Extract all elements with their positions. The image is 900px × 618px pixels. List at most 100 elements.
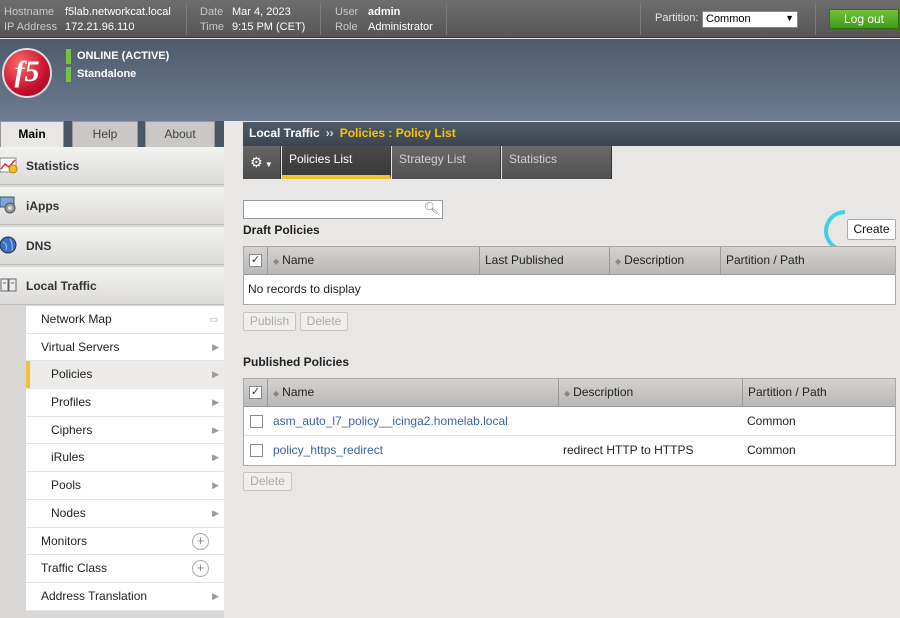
sidebar-item-profiles[interactable]: Profiles ▶ bbox=[26, 389, 224, 417]
tab-strategy-list[interactable]: Strategy List bbox=[392, 146, 501, 179]
select-all-checkbox[interactable]: ✓ bbox=[249, 254, 262, 268]
draft-policies-title: Draft Policies bbox=[243, 223, 320, 237]
sidebar-item-ciphers[interactable]: Ciphers ▶ bbox=[26, 417, 224, 445]
column-header-partition[interactable]: Partition / Path bbox=[743, 379, 896, 407]
column-label: Description bbox=[624, 253, 685, 267]
iapps-gear-icon bbox=[0, 196, 16, 214]
sidebar-section-label: DNS bbox=[26, 239, 52, 253]
ip-value: 172.21.96.110 bbox=[65, 21, 135, 33]
draft-policies-table: ✓ ◆ Name Last Published ◆ Description Part… bbox=[243, 246, 896, 305]
sidebar-item-irules[interactable]: iRules ▶ bbox=[26, 444, 224, 473]
sidebar-section-iapps[interactable]: iApps bbox=[0, 187, 224, 225]
tab-help[interactable]: Help bbox=[72, 121, 138, 147]
sidebar-section-label: iApps bbox=[26, 199, 60, 213]
user-label: User bbox=[335, 6, 359, 18]
delete-draft-button[interactable]: Delete bbox=[300, 312, 348, 331]
row-checkbox[interactable] bbox=[250, 444, 263, 458]
search-icon[interactable]: 🔍︎ bbox=[424, 201, 439, 215]
chevron-right-icon: ▶ bbox=[212, 341, 219, 352]
policy-name-link[interactable]: policy_https_redirect bbox=[269, 436, 383, 465]
chevron-right-icon: ▶ bbox=[212, 397, 219, 408]
partition-select[interactable]: Common ▼ bbox=[702, 11, 798, 28]
host-info: Hostname f5lab.networkcat.local IP Addres… bbox=[4, 5, 171, 35]
row-checkbox[interactable] bbox=[250, 415, 263, 429]
sidebar-section-statistics[interactable]: Statistics bbox=[0, 147, 224, 185]
sidebar-item-virtual-servers[interactable]: Virtual Servers ▶ bbox=[26, 334, 224, 362]
column-header-last-published[interactable]: Last Published bbox=[480, 247, 610, 275]
publish-button[interactable]: Publish bbox=[243, 312, 296, 331]
sidebar-item-nodes[interactable]: Nodes ▶ bbox=[26, 500, 224, 528]
divider bbox=[815, 3, 816, 35]
sidebar-section-label: Statistics bbox=[26, 159, 80, 173]
column-header-description[interactable]: ◆ Description bbox=[610, 247, 721, 275]
mode-indicator bbox=[66, 67, 71, 82]
sidebar-item-label: Network Map bbox=[41, 312, 112, 326]
hostname-value: f5lab.networkcat.local bbox=[65, 6, 171, 18]
tab-policies-list[interactable]: Policies List bbox=[282, 146, 391, 179]
sidebar-item-label: Pools bbox=[51, 478, 82, 493]
partition-label: Partition: bbox=[655, 12, 699, 24]
search-input[interactable]: 🔍︎ bbox=[243, 200, 443, 219]
sidebar-item-address-translation[interactable]: Address Translation ▶ bbox=[26, 583, 224, 611]
user-value: admin bbox=[368, 6, 401, 18]
logout-button[interactable]: Log out bbox=[829, 9, 899, 29]
sort-icon: ◆ bbox=[615, 257, 622, 266]
gear-icon: ⚙ bbox=[250, 154, 263, 170]
published-policies-title: Published Policies bbox=[243, 355, 350, 369]
sidebar-item-label: Profiles bbox=[51, 395, 92, 410]
time-value: 9:15 PM (CET) bbox=[232, 21, 306, 33]
gear-menu-button[interactable]: ⚙ ▼ bbox=[243, 146, 281, 179]
policy-description: redirect HTTP to HTTPS bbox=[563, 443, 694, 457]
f5-logo: f5 bbox=[2, 48, 52, 98]
column-header-name[interactable]: ◆ Name bbox=[268, 379, 559, 407]
chevron-right-icon: ▶ bbox=[212, 452, 219, 463]
sort-icon: ◆ bbox=[564, 389, 571, 398]
delete-published-button[interactable]: Delete bbox=[243, 472, 292, 491]
sort-icon: ◆ bbox=[273, 389, 280, 398]
map-icon: ▭ bbox=[209, 314, 218, 324]
sidebar-section-local-traffic[interactable]: Local Traffic bbox=[0, 267, 224, 305]
tab-statistics[interactable]: Statistics bbox=[502, 146, 612, 179]
column-header-partition[interactable]: Partition / Path bbox=[721, 247, 896, 275]
create-button[interactable]: Create bbox=[847, 219, 896, 240]
hostname-label: Hostname bbox=[4, 6, 55, 18]
sidebar-item-traffic-class[interactable]: Traffic Class + bbox=[26, 555, 224, 583]
sidebar-item-label: Nodes bbox=[51, 505, 86, 520]
column-label: Last Published bbox=[485, 253, 564, 267]
breadcrumb-current: Policies : Policy List bbox=[339, 126, 456, 140]
column-label: Description bbox=[573, 385, 634, 399]
select-all-checkbox[interactable]: ✓ bbox=[249, 386, 262, 400]
sidebar-item-pools[interactable]: Pools ▶ bbox=[26, 472, 224, 500]
divider bbox=[186, 3, 187, 35]
sidebar: Statistics iApps DNS Local Traffic Netwo… bbox=[0, 147, 224, 618]
table-row: asm_auto_l7_policy__icinga2.homelab.loca… bbox=[244, 407, 895, 436]
add-icon[interactable]: + bbox=[192, 532, 209, 550]
breadcrumb: Local Traffic ›› Policies : Policy List bbox=[243, 122, 900, 146]
breadcrumb-root[interactable]: Local Traffic bbox=[249, 126, 320, 140]
chevron-right-icon: ▶ bbox=[212, 480, 219, 491]
policy-name-link[interactable]: asm_auto_l7_policy__icinga2.homelab.loca… bbox=[269, 407, 508, 436]
sidebar-section-dns[interactable]: DNS bbox=[0, 227, 224, 265]
tab-main[interactable]: Main bbox=[0, 121, 64, 147]
select-all-cell: ✓ bbox=[244, 247, 268, 275]
sidebar-item-network-map[interactable]: Network Map ▭ bbox=[26, 306, 224, 334]
status-text: ONLINE (ACTIVE) bbox=[77, 50, 170, 62]
chevron-right-icon: ▶ bbox=[212, 369, 219, 380]
empty-message: No records to display bbox=[248, 282, 361, 296]
sidebar-item-policies[interactable]: Policies ▶ bbox=[26, 361, 224, 390]
sidebar-item-label: Traffic Class bbox=[41, 561, 108, 576]
column-header-description[interactable]: ◆ Description bbox=[559, 379, 743, 407]
table-header: ✓ ◆ Name Last Published ◆ Description Part… bbox=[244, 247, 895, 275]
sidebar-item-monitors[interactable]: Monitors + bbox=[26, 528, 224, 556]
datetime-info: Date Mar 4, 2023 Time 9:15 PM (CET) bbox=[200, 5, 305, 35]
divider bbox=[640, 3, 641, 35]
select-all-cell: ✓ bbox=[244, 379, 268, 407]
column-header-name[interactable]: ◆ Name bbox=[268, 247, 480, 275]
chevron-right-icon: ▶ bbox=[212, 424, 219, 435]
partition-value: Common bbox=[706, 13, 751, 25]
time-label: Time bbox=[200, 21, 225, 33]
tab-about[interactable]: About bbox=[145, 121, 215, 147]
user-info: User admin Role Administrator bbox=[335, 5, 433, 35]
add-icon[interactable]: + bbox=[192, 560, 209, 578]
policy-partition: Common bbox=[747, 414, 796, 428]
